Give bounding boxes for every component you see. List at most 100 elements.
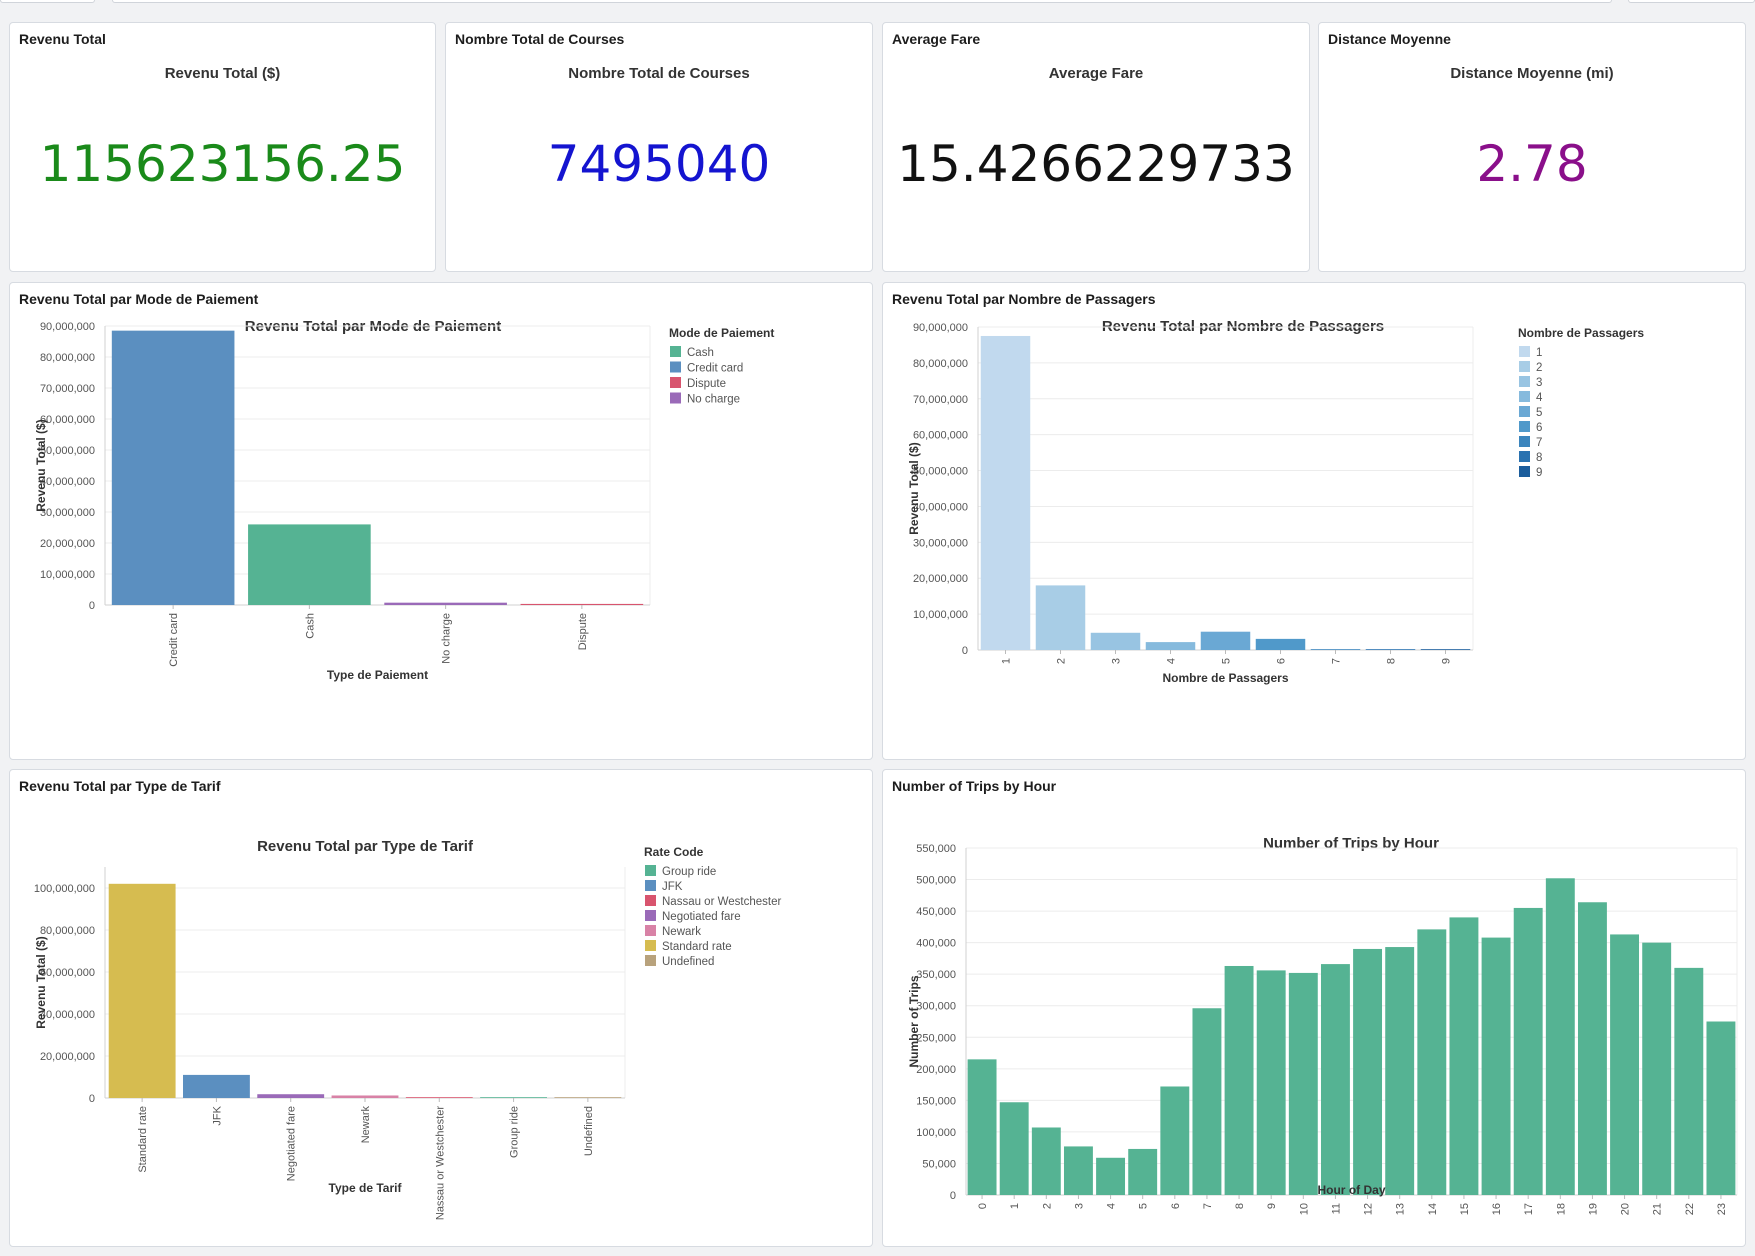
bar: [1200, 631, 1251, 650]
y-axis-label: Revenu Total ($): [907, 442, 921, 534]
kpi-value: 15.4266229733: [897, 135, 1295, 193]
y-tick-label: 300,000: [916, 1001, 956, 1013]
y-tick-label: 40,000,000: [40, 1009, 95, 1021]
y-tick-label: 60,000,000: [913, 430, 968, 442]
legend-swatch: [1519, 376, 1530, 387]
y-tick-label: 10,000,000: [913, 609, 968, 621]
y-tick-label: 80,000,000: [40, 925, 95, 937]
x-tick-label: Undefined: [583, 1106, 595, 1156]
x-tick-label: 6: [1276, 658, 1288, 664]
x-tick-label: 8: [1386, 658, 1398, 664]
toolbar-search[interactable]: [112, 0, 1612, 3]
y-tick-label: 0: [89, 1093, 95, 1105]
legend-label: Group ride: [662, 866, 716, 878]
bar: [1310, 649, 1361, 650]
y-tick-label: 100,000: [916, 1127, 956, 1139]
legend-swatch: [1519, 391, 1530, 402]
x-tick-label: No charge: [441, 613, 453, 664]
chart-trips-by-hour: Number of Trips by Hour050,000100,000150…: [907, 835, 1738, 1215]
bar: [1449, 917, 1479, 1195]
bar: [1031, 1127, 1061, 1195]
y-tick-label: 200,000: [916, 1064, 956, 1076]
kpi-subtitle: Revenu Total ($): [164, 65, 281, 82]
y-tick-label: 0: [962, 645, 968, 657]
x-axis-label: Type de Paiement: [327, 668, 428, 682]
panel-title: Nombre Total de Courses: [455, 31, 625, 47]
x-axis-label: Hour of Day: [1317, 1183, 1385, 1197]
legend-swatch: [645, 955, 656, 966]
y-tick-label: 10,000,000: [40, 569, 95, 581]
bar: [1642, 942, 1672, 1195]
legend-label: 1: [1536, 347, 1542, 359]
panel-title: Average Fare: [892, 31, 981, 47]
legend-swatch: [1519, 346, 1530, 357]
x-tick-label: 0: [977, 1203, 989, 1209]
y-tick-label: 0: [950, 1190, 956, 1202]
bar: [111, 330, 235, 605]
legend-swatch: [645, 895, 656, 906]
kpi-value: 2.78: [1476, 135, 1588, 193]
bar: [331, 1095, 399, 1098]
y-tick-label: 30,000,000: [913, 537, 968, 549]
bar: [1365, 649, 1416, 650]
x-tick-label: 11: [1330, 1203, 1342, 1214]
y-tick-label: 250,000: [916, 1032, 956, 1044]
panel-revenue-by-payment: Revenu Total par Mode de Paiement Revenu…: [9, 282, 873, 760]
kpi-card-average-distance: Distance Moyenne Distance Moyenne (mi) 2…: [1318, 22, 1746, 272]
legend-swatch: [1519, 436, 1530, 447]
x-tick-label: 4: [1166, 658, 1178, 664]
legend-swatch: [1519, 451, 1530, 462]
legend-swatch: [1519, 466, 1530, 477]
legend-label: Credit card: [687, 363, 743, 375]
legend-swatch: [645, 865, 656, 876]
legend-label: No charge: [687, 394, 740, 406]
kpi-card-average-fare: Average Fare Average Fare 15.4266229733: [882, 22, 1310, 272]
x-tick-label: Dispute: [577, 613, 589, 650]
legend-label: JFK: [662, 881, 683, 893]
chart-revenue-by-passengers: Revenu Total par Nombre de Passagers010,…: [907, 318, 1644, 685]
bar: [248, 524, 371, 605]
legend-title: Rate Code: [644, 845, 704, 859]
toolbar-button[interactable]: [1628, 0, 1755, 3]
bar: [1513, 907, 1543, 1195]
bar: [1256, 970, 1286, 1195]
x-tick-label: 5: [1138, 1203, 1150, 1209]
legend-label: 5: [1536, 407, 1542, 419]
panel-title: Distance Moyenne: [1328, 31, 1451, 47]
bar: [1610, 934, 1640, 1195]
y-tick-label: 150,000: [916, 1095, 956, 1107]
chart-title: Number of Trips by Hour: [1263, 835, 1439, 852]
legend-label: Cash: [687, 347, 714, 359]
panel-trips-by-hour: Number of Trips by Hour Number of Trips …: [882, 769, 1746, 1247]
legend-title: Nombre de Passagers: [1518, 326, 1644, 340]
y-tick-label: 500,000: [916, 875, 956, 887]
x-tick-label: 18: [1555, 1203, 1567, 1215]
x-tick-label: 9: [1441, 658, 1453, 664]
legend-label: Undefined: [662, 956, 714, 968]
x-tick-label: 19: [1587, 1203, 1599, 1215]
x-tick-label: JFK: [211, 1105, 223, 1125]
bar: [999, 1102, 1029, 1195]
x-tick-label: 7: [1202, 1203, 1214, 1209]
chart-revenue-by-payment: Revenu Total par Mode de Paiement010,000…: [34, 318, 774, 682]
y-tick-label: 70,000,000: [913, 394, 968, 406]
bar: [480, 1097, 547, 1098]
bar: [1545, 878, 1575, 1195]
legend-swatch: [1519, 406, 1530, 417]
y-tick-label: 100,000,000: [34, 883, 95, 895]
y-tick-label: 350,000: [916, 969, 956, 981]
y-tick-label: 70,000,000: [40, 383, 95, 395]
x-tick-label: 6: [1170, 1203, 1182, 1209]
y-tick-label: 0: [89, 600, 95, 612]
kpi-card-trip-count: Nombre Total de Courses Nombre Total de …: [445, 22, 873, 272]
bar: [1192, 1008, 1222, 1195]
x-tick-label: 2: [1056, 658, 1068, 664]
y-tick-label: 50,000,000: [40, 445, 95, 457]
y-tick-label: 400,000: [916, 938, 956, 950]
y-tick-label: 450,000: [916, 906, 956, 918]
bar: [1128, 1148, 1158, 1195]
chart-revenue-by-ratecode: Revenu Total par Type de Tarif 0 20,000,00…: [34, 838, 782, 1220]
toolbar-tab[interactable]: [0, 0, 95, 3]
y-tick-label: 40,000,000: [40, 476, 95, 488]
x-tick-label: 15: [1459, 1203, 1471, 1215]
